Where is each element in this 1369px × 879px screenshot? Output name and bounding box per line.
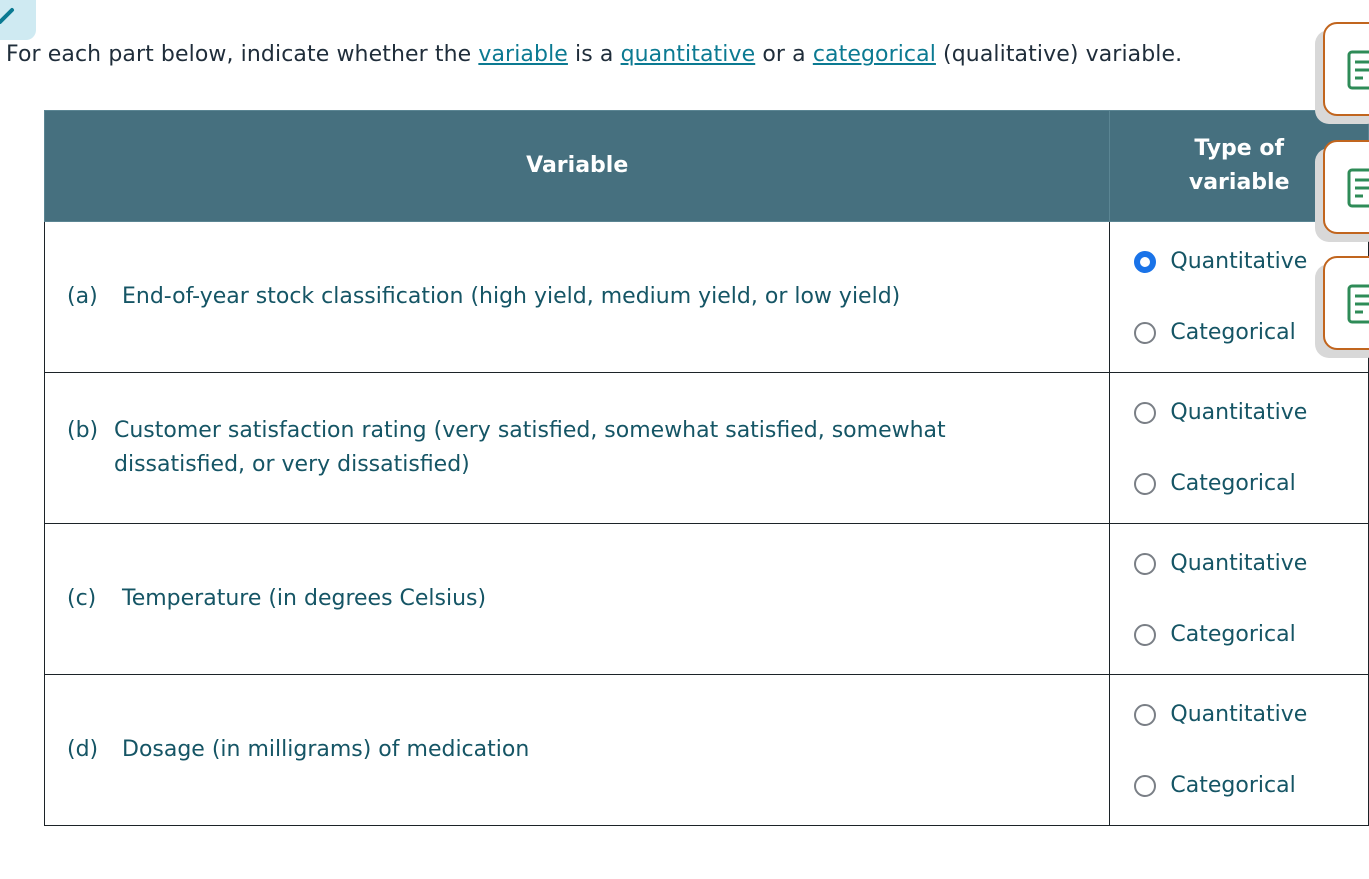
categorical-link[interactable]: categorical	[813, 42, 936, 67]
radio-button[interactable]	[1134, 623, 1157, 646]
row-letter: (a)	[67, 284, 98, 309]
instructions-text: (qualitative) variable.	[935, 42, 1183, 67]
calculator-button[interactable]	[1323, 140, 1369, 234]
table-row: (b) Customer satisfaction rating (very sa…	[43, 372, 1369, 524]
calculator-icon	[1347, 168, 1369, 208]
row-letter: (c)	[67, 586, 97, 611]
calculator-button[interactable]	[1323, 256, 1369, 350]
option-quantitative[interactable]: Quantitative	[1134, 528, 1368, 599]
option-label: Categorical	[1170, 471, 1296, 496]
variable-description: Dosage (in milligrams) of medication	[122, 737, 530, 762]
quantitative-link[interactable]: quantitative	[621, 42, 756, 67]
type-options: Quantitative Categorical	[1109, 523, 1369, 675]
option-quantitative[interactable]: Quantitative	[1134, 377, 1368, 448]
variable-description: Temperature (in degrees Celsius)	[122, 586, 487, 611]
option-label: Categorical	[1170, 320, 1296, 345]
instructions: For each part below, indicate whether th…	[6, 42, 1182, 67]
table-row: (a) End-of-year stock classification (hig…	[43, 221, 1369, 373]
option-label: Quantitative	[1170, 551, 1308, 576]
radio-button[interactable]	[1134, 552, 1157, 575]
radio-button[interactable]	[1134, 321, 1157, 344]
radio-button-selected[interactable]	[1134, 250, 1157, 273]
header-type-label: Type of variable	[1188, 136, 1290, 195]
variable-description: End-of-year stock classification (high y…	[122, 284, 901, 309]
option-categorical[interactable]: Categorical	[1134, 599, 1368, 670]
table-row: (d) Dosage (in milligrams) of medication …	[43, 674, 1369, 826]
radio-button[interactable]	[1134, 774, 1157, 797]
option-label: Quantitative	[1170, 400, 1308, 425]
option-categorical[interactable]: Categorical	[1134, 750, 1368, 821]
radio-button[interactable]	[1134, 472, 1157, 495]
variable-cell: (b) Customer satisfaction rating (very sa…	[43, 372, 1111, 524]
instructions-text: For each part below, indicate whether th…	[6, 42, 479, 67]
pencil-badge	[0, 0, 36, 40]
variable-cell: (d) Dosage (in milligrams) of medication	[43, 674, 1111, 826]
option-quantitative[interactable]: Quantitative	[1134, 679, 1368, 750]
type-options: Quantitative Categorical	[1109, 372, 1369, 524]
table-row: (c) Temperature (in degrees Celsius) Quan…	[43, 523, 1369, 675]
calculator-icon	[1347, 50, 1369, 90]
variable-cell: (c) Temperature (in degrees Celsius)	[43, 523, 1111, 675]
variable-link[interactable]: variable	[478, 42, 568, 67]
variables-table: Variable Type of variable (a) End-of-year…	[43, 110, 1369, 826]
calculator-button[interactable]	[1323, 22, 1369, 116]
option-label: Categorical	[1170, 622, 1296, 647]
option-label: Categorical	[1170, 773, 1296, 798]
pencil-icon	[0, 8, 14, 24]
option-label: Quantitative	[1170, 249, 1308, 274]
option-categorical[interactable]: Categorical	[1134, 448, 1368, 519]
type-options: Quantitative Categorical	[1109, 674, 1369, 826]
radio-button[interactable]	[1134, 401, 1157, 424]
radio-button[interactable]	[1134, 703, 1157, 726]
row-letter: (d)	[67, 737, 99, 762]
calculator-icon	[1347, 284, 1369, 324]
header-variable: Variable	[43, 110, 1111, 222]
option-label: Quantitative	[1170, 702, 1308, 727]
instructions-text: or a	[755, 42, 813, 67]
instructions-text: is a	[567, 42, 621, 67]
variable-description: Customer satisfaction rating (very satis…	[114, 418, 946, 477]
variable-cell: (a) End-of-year stock classification (hig…	[43, 221, 1111, 373]
